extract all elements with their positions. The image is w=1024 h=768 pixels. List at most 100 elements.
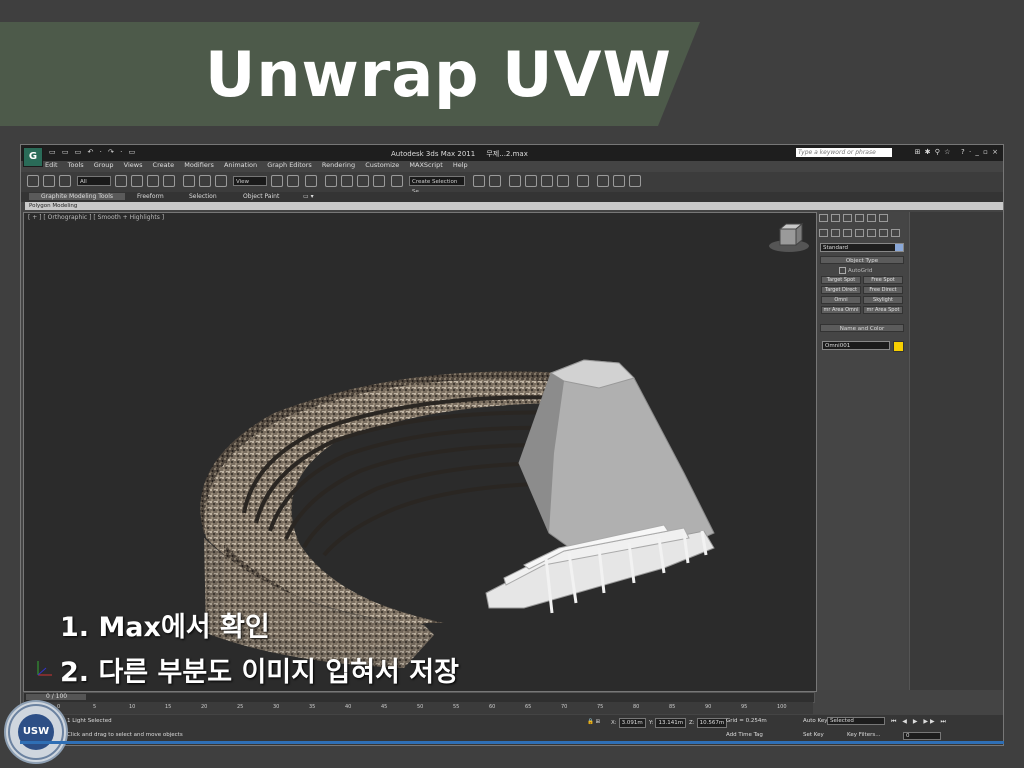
light-category-select[interactable]: Standard	[820, 243, 904, 252]
add-time-tag-button[interactable]: Add Time Tag	[726, 732, 763, 738]
menu-animation[interactable]: Animation	[224, 161, 257, 169]
tab-freeform[interactable]: Freeform	[137, 193, 164, 200]
tab-graphite-modeling-tools[interactable]: Graphite Modeling Tools	[29, 193, 126, 200]
helpers-icon[interactable]	[867, 229, 876, 237]
graphite-toggle-icon[interactable]	[525, 175, 537, 187]
motion-tab-icon[interactable]	[855, 214, 864, 222]
menu-views[interactable]: Views	[124, 161, 143, 169]
menu-graph-editors[interactable]: Graph Editors	[267, 161, 312, 169]
free-spot-button[interactable]: Free Spot	[863, 276, 903, 284]
current-frame-field[interactable]: 0	[903, 732, 941, 740]
select-by-name-icon[interactable]	[131, 175, 143, 187]
free-direct-button[interactable]: Free Direct	[863, 286, 903, 294]
link-icon[interactable]	[43, 175, 55, 187]
shapes-icon[interactable]	[831, 229, 840, 237]
create-category-icons[interactable]	[819, 229, 905, 239]
y-value-field[interactable]: 13.141m	[655, 718, 687, 728]
render-production-icon[interactable]	[629, 175, 641, 187]
named-selection-set-select[interactable]: Create Selection Se	[409, 176, 465, 195]
name-and-color-rollout[interactable]: Name and Color	[820, 324, 904, 332]
angle-snap-icon[interactable]	[341, 175, 353, 187]
schematic-view-icon[interactable]	[557, 175, 569, 187]
select-object-icon[interactable]	[115, 175, 127, 187]
modify-tab-icon[interactable]	[831, 214, 840, 222]
render-setup-icon[interactable]	[597, 175, 609, 187]
keyboard-shortcut-icon[interactable]	[305, 175, 317, 187]
omni-button[interactable]: Omni	[821, 296, 861, 304]
mr-area-omni-button[interactable]: mr Area Omni	[821, 306, 861, 314]
playback-controls[interactable]: ⏮ ◀ ▶ ▶▶ ⏭	[891, 718, 948, 726]
search-input[interactable]: Type a keyword or phrase	[796, 148, 892, 157]
percent-snap-icon[interactable]	[357, 175, 369, 187]
menu-rendering[interactable]: Rendering	[322, 161, 355, 169]
rendered-frame-icon[interactable]	[613, 175, 625, 187]
z-coordinate[interactable]: Z: 10.567m	[689, 718, 728, 728]
set-key-button[interactable]: Set Key	[803, 732, 824, 738]
rotate-icon[interactable]	[199, 175, 211, 187]
object-type-rollout[interactable]: Object Type	[820, 256, 904, 264]
object-name-field[interactable]: Omni001	[822, 341, 890, 350]
cameras-icon[interactable]	[855, 229, 864, 237]
tab-selection[interactable]: Selection	[189, 193, 217, 200]
target-spot-button[interactable]: Target Spot	[821, 276, 861, 284]
create-tab-icon[interactable]	[819, 214, 828, 222]
skylight-button[interactable]: Skylight	[863, 296, 903, 304]
menu-maxscript[interactable]: MAXScript	[409, 161, 442, 169]
move-icon[interactable]	[183, 175, 195, 187]
selection-filter-select[interactable]: All	[77, 176, 111, 186]
rect-select-icon[interactable]	[147, 175, 159, 187]
object-color-swatch[interactable]	[893, 341, 904, 352]
menu-edit[interactable]: Edit	[45, 161, 58, 169]
ribbon-options-icon[interactable]: ▭ ▾	[303, 193, 314, 200]
tick-label: 25	[237, 704, 244, 710]
manipulate-icon[interactable]	[287, 175, 299, 187]
display-tab-icon[interactable]	[867, 214, 876, 222]
utilities-tab-icon[interactable]	[879, 214, 888, 222]
lights-icon[interactable]	[843, 229, 852, 237]
material-editor-icon[interactable]	[577, 175, 589, 187]
viewcube-icon[interactable]	[769, 222, 809, 252]
app-logo-icon[interactable]: G	[23, 147, 43, 167]
menu-group[interactable]: Group	[94, 161, 114, 169]
command-panel-tabs[interactable]	[819, 214, 905, 226]
ribbon-tabs: Graphite Modeling Tools Freeform Selecti…	[21, 192, 1003, 202]
menu-tools[interactable]: Tools	[68, 161, 84, 169]
track-bar[interactable]: 0 5 10 15 20 25 30 35 40 45 50 55 60 65 …	[23, 702, 813, 714]
mirror-icon[interactable]	[473, 175, 485, 187]
lock-selection-icon[interactable]: 🔒 ⊞	[587, 718, 600, 726]
target-direct-button[interactable]: Target Direct	[821, 286, 861, 294]
scale-icon[interactable]	[215, 175, 227, 187]
layer-manager-icon[interactable]	[509, 175, 521, 187]
reference-coord-select[interactable]: View	[233, 176, 267, 186]
quick-access-toolbar[interactable]: ▭ ▭ ▭ ↶ · ↷ · ▭	[49, 148, 137, 156]
edit-named-selection-icon[interactable]	[391, 175, 403, 187]
autogrid-checkbox[interactable]: AutoGrid	[839, 267, 872, 274]
x-coordinate[interactable]: X: 3.091m	[611, 718, 646, 728]
window-controls[interactable]: ⊞ ✱ ⚲ ☆ ? · _ ▫ ×	[915, 148, 999, 156]
undo-icon[interactable]	[27, 175, 39, 187]
pivot-icon[interactable]	[271, 175, 283, 187]
x-value-field[interactable]: 3.091m	[618, 718, 646, 728]
polygon-modeling-subtab[interactable]: Polygon Modeling	[25, 202, 1003, 210]
unlink-icon[interactable]	[59, 175, 71, 187]
systems-icon[interactable]	[891, 229, 900, 237]
y-coordinate[interactable]: Y: 13.141m	[649, 718, 687, 728]
snap-icon[interactable]	[325, 175, 337, 187]
auto-key-button[interactable]: Auto Key	[803, 718, 828, 724]
window-crossing-icon[interactable]	[163, 175, 175, 187]
spacewarps-icon[interactable]	[879, 229, 888, 237]
tab-object-paint[interactable]: Object Paint	[243, 193, 279, 200]
menu-help[interactable]: Help	[453, 161, 468, 169]
menu-modifiers[interactable]: Modifiers	[184, 161, 214, 169]
mr-area-spot-button[interactable]: mr Area Spot	[863, 306, 903, 314]
align-icon[interactable]	[489, 175, 501, 187]
hierarchy-tab-icon[interactable]	[843, 214, 852, 222]
z-value-field[interactable]: 10.567m	[696, 718, 728, 728]
curve-editor-icon[interactable]	[541, 175, 553, 187]
spinner-snap-icon[interactable]	[373, 175, 385, 187]
menu-customize[interactable]: Customize	[365, 161, 399, 169]
geometry-icon[interactable]	[819, 229, 828, 237]
menu-create[interactable]: Create	[153, 161, 175, 169]
key-filters-button[interactable]: Key Filters...	[847, 732, 880, 738]
key-mode-select[interactable]: Selected	[827, 717, 885, 725]
